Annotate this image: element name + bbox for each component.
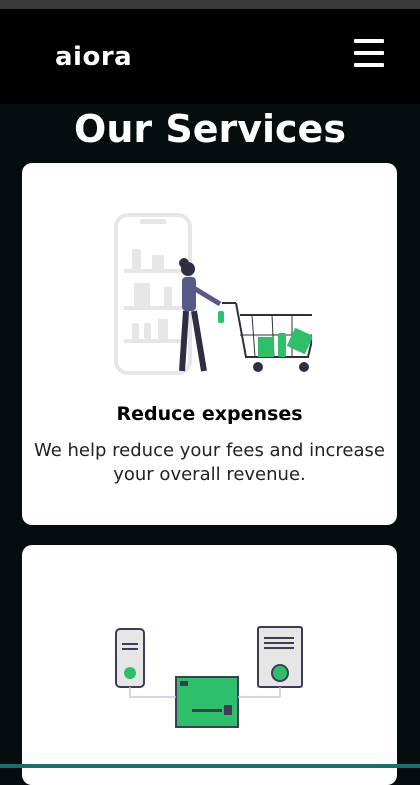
payment-terminals-illustration [115,626,303,728]
service-card-payments [22,545,397,785]
status-strip [0,0,420,9]
site-header: aiora [0,9,420,104]
service-title: Reduce expenses [116,403,303,425]
bottom-bar [0,764,420,768]
brand-logo[interactable]: aiora [55,42,132,72]
section-title: Our Services [74,107,346,151]
service-description: We help reduce your fees and increase yo… [33,440,385,485]
shopping-cart-illustration [114,213,312,375]
hamburger-menu-icon[interactable] [354,39,386,69]
service-card-reduce-expenses: Reduce expenses We help reduce your fees… [22,163,397,525]
